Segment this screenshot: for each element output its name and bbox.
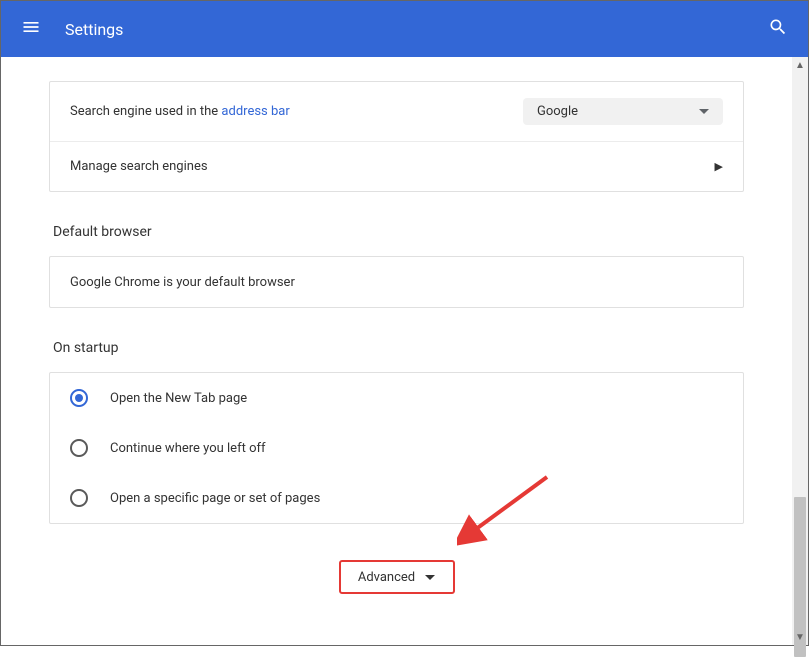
page-title: Settings	[65, 20, 768, 39]
menu-icon[interactable]	[21, 17, 41, 41]
manage-search-engines-row[interactable]: Manage search engines ▶	[50, 141, 743, 191]
advanced-toggle[interactable]: Advanced	[346, 564, 447, 591]
search-engine-selected: Google	[537, 104, 578, 119]
caret-down-icon	[425, 570, 435, 585]
search-engine-row: Search engine used in the address bar Go…	[50, 82, 743, 141]
advanced-label: Advanced	[358, 570, 415, 585]
settings-content: Search engine used in the address bar Go…	[1, 57, 792, 645]
address-bar-link[interactable]: address bar	[221, 104, 289, 119]
search-engine-select[interactable]: Google	[523, 98, 723, 125]
startup-option-label: Open the New Tab page	[110, 391, 247, 406]
search-icon[interactable]	[768, 17, 788, 41]
scroll-down-icon[interactable]: ▼	[792, 629, 808, 645]
radio-icon[interactable]	[70, 439, 88, 457]
caret-down-icon	[699, 104, 709, 119]
on-startup-heading: On startup	[49, 340, 744, 356]
startup-option-label: Continue where you left off	[110, 441, 266, 456]
search-engine-label: Search engine used in the address bar	[70, 104, 290, 119]
default-browser-heading: Default browser	[49, 224, 744, 240]
default-browser-status: Google Chrome is your default browser	[70, 275, 295, 290]
settings-header: Settings	[1, 1, 808, 57]
default-browser-row: Google Chrome is your default browser	[50, 257, 743, 307]
scroll-up-icon[interactable]: ▲	[792, 57, 808, 73]
chevron-right-icon: ▶	[715, 160, 723, 173]
startup-option-label: Open a specific page or set of pages	[110, 491, 320, 506]
manage-search-engines-label: Manage search engines	[70, 159, 208, 174]
startup-option-new-tab[interactable]: Open the New Tab page	[50, 373, 743, 423]
on-startup-card: Open the New Tab page Continue where you…	[49, 372, 744, 524]
search-engine-card: Search engine used in the address bar Go…	[49, 81, 744, 192]
advanced-section: Advanced	[49, 564, 744, 591]
radio-icon[interactable]	[70, 389, 88, 407]
startup-option-specific[interactable]: Open a specific page or set of pages	[50, 473, 743, 523]
startup-option-continue[interactable]: Continue where you left off	[50, 423, 743, 473]
default-browser-card: Google Chrome is your default browser	[49, 256, 744, 308]
radio-icon[interactable]	[70, 489, 88, 507]
vertical-scrollbar[interactable]: ▲ ▼	[792, 57, 808, 645]
